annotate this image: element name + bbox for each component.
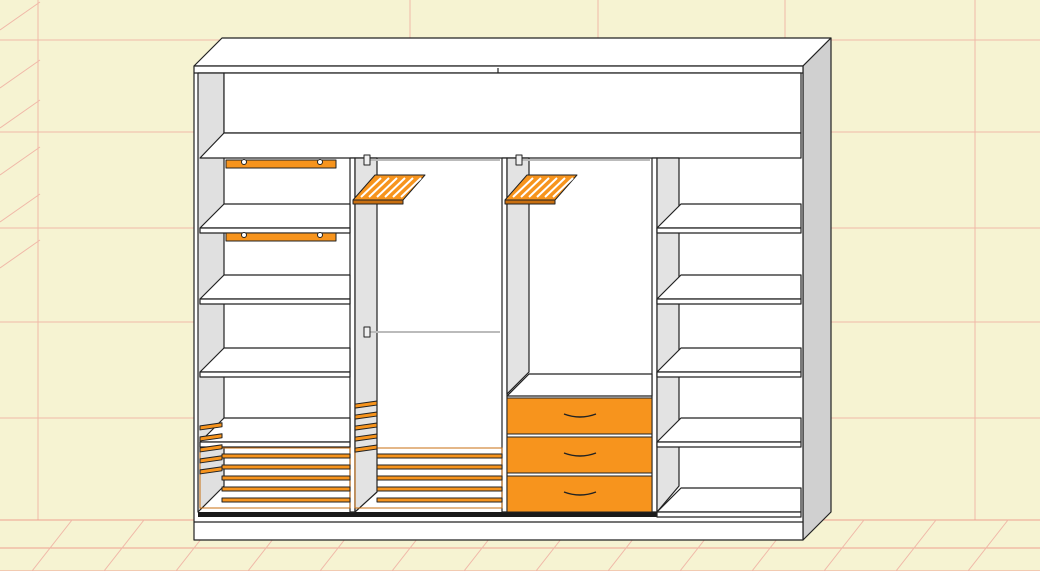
rail-holder bbox=[363, 154, 371, 166]
rack-bracket bbox=[241, 159, 247, 165]
drawer-front bbox=[506, 475, 653, 513]
right-bottom-shelf-edge bbox=[656, 511, 802, 518]
basket-middle-slat bbox=[376, 486, 503, 492]
grid-line-diag bbox=[0, 99, 41, 129]
basket-left-slat bbox=[221, 486, 351, 492]
side-panel bbox=[802, 37, 832, 541]
left-shelf-edge bbox=[199, 298, 351, 305]
basket-middle-slat bbox=[376, 497, 503, 503]
right-shelf-edge bbox=[656, 227, 802, 234]
rack-bracket bbox=[317, 232, 323, 238]
basket-left-slat bbox=[221, 475, 351, 481]
drawer-top-shelf bbox=[506, 373, 653, 397]
right-shelf-edge bbox=[656, 298, 802, 305]
divider-2 bbox=[501, 157, 508, 513]
grid-line-diag bbox=[0, 59, 41, 89]
left-shelf bbox=[199, 417, 351, 443]
left-shelf-edge bbox=[199, 371, 351, 378]
right-shelf bbox=[656, 274, 802, 300]
divider-3 bbox=[651, 157, 658, 513]
floor-line-diag bbox=[823, 519, 865, 571]
left-shelf bbox=[199, 203, 351, 229]
right-shelf bbox=[656, 417, 802, 443]
floor-line-diag bbox=[31, 519, 73, 571]
drawer-front bbox=[506, 436, 653, 474]
left-shelf bbox=[199, 347, 351, 373]
grid-line-diag bbox=[0, 1, 41, 31]
right-bottom-shelf bbox=[656, 487, 802, 513]
floor-line-diag bbox=[895, 519, 937, 571]
left-shelf bbox=[199, 274, 351, 300]
trouser-rack-right-front bbox=[504, 199, 556, 205]
floor-line-diag bbox=[103, 519, 145, 571]
divider-1 bbox=[349, 157, 356, 513]
upper-compartment bbox=[223, 72, 802, 134]
grid-line-diag bbox=[0, 146, 41, 176]
basket-middle-slat bbox=[376, 464, 503, 470]
rail-holder bbox=[363, 326, 371, 338]
basket-left-slat bbox=[221, 464, 351, 470]
top-panel bbox=[193, 37, 832, 67]
rack-bracket bbox=[241, 232, 247, 238]
right-shelf bbox=[656, 347, 802, 373]
basket-middle-slat bbox=[376, 453, 503, 459]
drawer-front bbox=[506, 397, 653, 435]
trouser-rack-left-front bbox=[352, 199, 404, 205]
left-shelf-edge bbox=[199, 227, 351, 234]
grid-line-diag bbox=[0, 193, 41, 223]
rail-holder bbox=[515, 154, 523, 166]
right-shelf-edge bbox=[656, 371, 802, 378]
right-shelf-edge bbox=[656, 441, 802, 448]
grid-line-diag bbox=[0, 239, 41, 269]
wardrobe-drawing bbox=[0, 0, 1040, 571]
rack-bracket bbox=[317, 159, 323, 165]
floor-line-diag bbox=[967, 519, 1009, 571]
right-shelf bbox=[656, 203, 802, 229]
wardrobe-diagram bbox=[0, 0, 1040, 571]
basket-left-slat bbox=[221, 497, 351, 503]
upper-shelf bbox=[199, 132, 802, 159]
basket-middle-slat bbox=[376, 475, 503, 481]
basket-left-slat bbox=[221, 453, 351, 459]
